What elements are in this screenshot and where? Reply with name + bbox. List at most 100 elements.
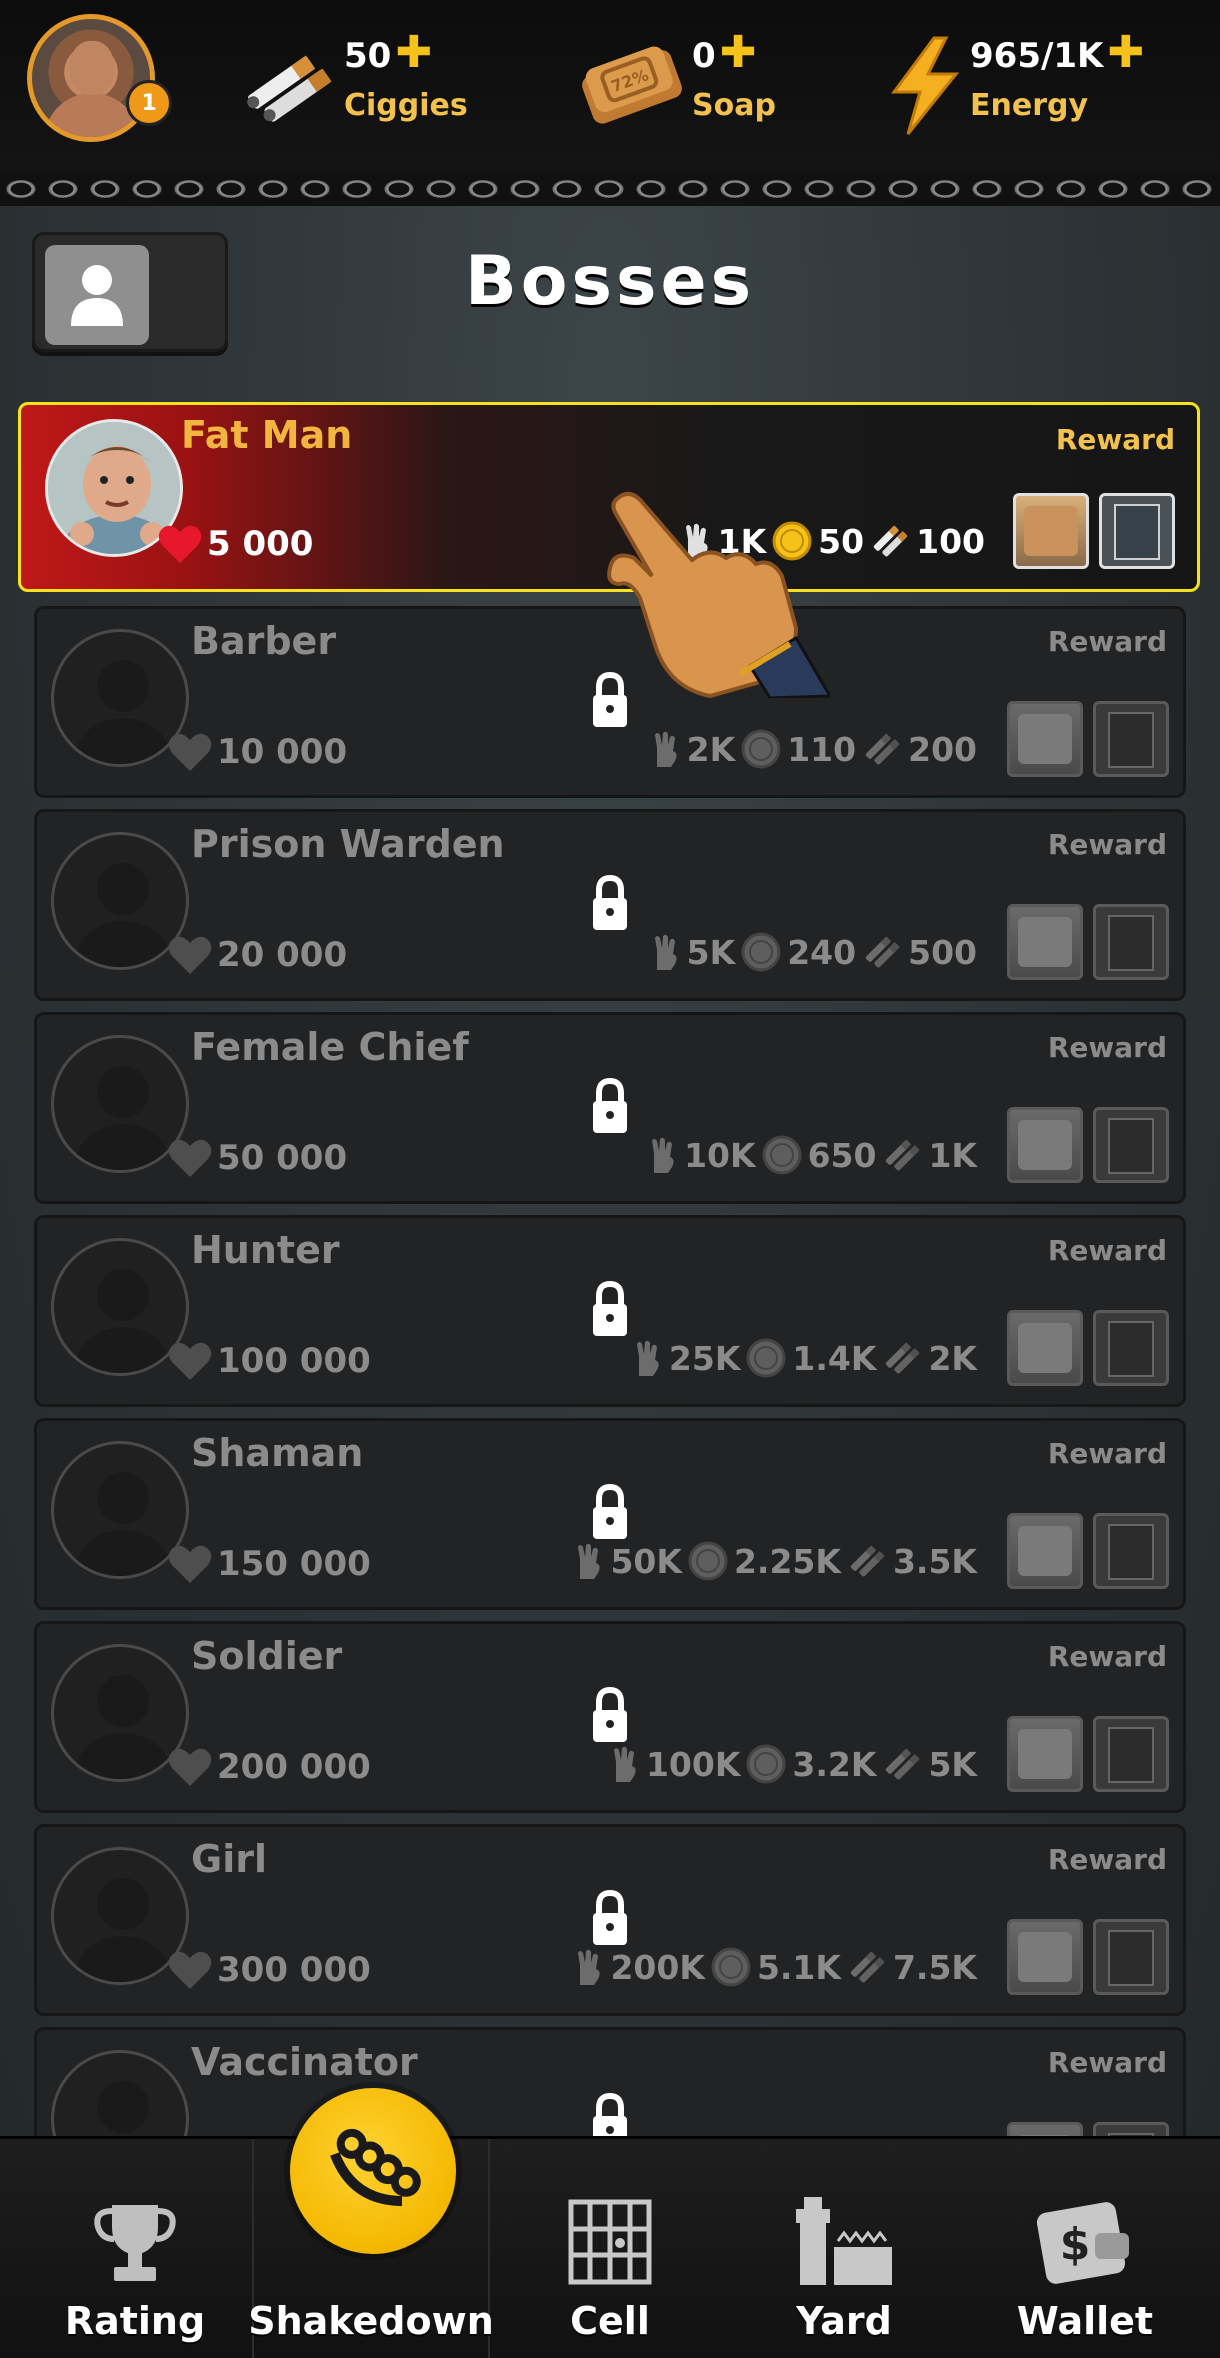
lock-icon bbox=[593, 874, 627, 930]
coin-icon bbox=[741, 932, 781, 972]
boss-health-value: 100 000 bbox=[217, 1341, 371, 1381]
boss-card[interactable]: Barber Reward 10 000 2K 110 200 bbox=[34, 606, 1186, 798]
add-ciggies-icon[interactable]: ✚ bbox=[395, 27, 432, 78]
reward-label: Reward bbox=[1047, 1234, 1167, 1267]
soap-value: 0 bbox=[692, 36, 716, 76]
reward-door-tile[interactable] bbox=[1093, 904, 1169, 980]
ciggies-reward: 2K bbox=[928, 1338, 977, 1378]
boss-card[interactable]: Shaman Reward 150 000 50K 2.25K 3.5K bbox=[34, 1418, 1186, 1610]
add-soap-icon[interactable]: ✚ bbox=[720, 27, 757, 78]
heart-icon bbox=[168, 1139, 212, 1177]
reward-items bbox=[1007, 1513, 1169, 1589]
ciggies-reward: 500 bbox=[908, 932, 977, 972]
nav-label: Wallet bbox=[1016, 2299, 1154, 2343]
nav-rating[interactable]: Rating bbox=[40, 2139, 230, 2358]
coin-reward: 5.1K bbox=[756, 1947, 841, 1987]
boss-costs: 100K 3.2K 5K bbox=[610, 1744, 977, 1784]
cigarettes-icon bbox=[886, 1342, 921, 1374]
boss-card[interactable]: Female Chief Reward 50 000 10K 650 1K bbox=[34, 1012, 1186, 1204]
reward-bed-tile[interactable] bbox=[1007, 904, 1083, 980]
reward-items bbox=[1007, 1107, 1169, 1183]
nav-cell[interactable]: Cell bbox=[520, 2139, 700, 2358]
ciggies-value: 50 bbox=[344, 36, 392, 76]
bosses-screen: Bosses Fat Man Reward 5 000 1K 50 100 Barber Re… bbox=[0, 206, 1220, 2136]
energy-value: 965/1K bbox=[970, 36, 1104, 76]
reward-bed-tile[interactable] bbox=[1013, 493, 1089, 569]
player-avatar[interactable] bbox=[27, 14, 155, 142]
reward-label: Reward bbox=[1047, 1437, 1167, 1470]
reward-bed-tile[interactable] bbox=[1007, 1919, 1083, 1995]
boss-name: Shaman bbox=[191, 1431, 364, 1475]
reward-door-tile[interactable] bbox=[1093, 2122, 1169, 2136]
reward-door-tile[interactable] bbox=[1099, 493, 1175, 569]
heart-icon bbox=[168, 1342, 212, 1380]
ciggies-reward: 200 bbox=[908, 729, 977, 769]
reward-door-tile[interactable] bbox=[1093, 1513, 1169, 1589]
reward-bed-tile[interactable] bbox=[1007, 1716, 1083, 1792]
shakedown-active-button[interactable] bbox=[290, 2088, 456, 2254]
reward-bed-tile[interactable] bbox=[1007, 1107, 1083, 1183]
boss-name: Hunter bbox=[191, 1228, 340, 1272]
boss-costs: 200K 5.1K 7.5K bbox=[574, 1947, 977, 1987]
fist-icon bbox=[578, 1949, 601, 1985]
coin-icon bbox=[711, 1947, 751, 1987]
boss-card[interactable]: Hunter Reward 100 000 25K 1.4K 2K bbox=[34, 1215, 1186, 1407]
boss-card[interactable]: Soldier Reward 200 000 100K 3.2K 5K bbox=[34, 1621, 1186, 1813]
fist-icon bbox=[652, 1137, 674, 1173]
coin-icon bbox=[741, 729, 781, 769]
fist-icon bbox=[636, 1340, 659, 1376]
reward-bed-tile[interactable] bbox=[1007, 1310, 1083, 1386]
boss-card[interactable]: Girl Reward 300 000 200K 5.1K 7.5K bbox=[34, 1824, 1186, 2016]
coin-reward: 240 bbox=[787, 932, 857, 972]
boss-card[interactable]: Prison Warden Reward 20 000 5K 240 500 bbox=[34, 809, 1186, 1001]
boss-costs: 1K 50 100 bbox=[682, 521, 985, 561]
add-energy-icon[interactable]: ✚ bbox=[1107, 27, 1144, 78]
boss-card[interactable]: Vaccinator Reward bbox=[34, 2027, 1186, 2136]
reward-door-tile[interactable] bbox=[1093, 1716, 1169, 1792]
boss-health-value: 300 000 bbox=[217, 1950, 371, 1990]
fist-icon bbox=[578, 1543, 601, 1579]
boss-health-value: 200 000 bbox=[217, 1747, 371, 1787]
resource-soap[interactable]: 72% 0✚ Soap bbox=[576, 31, 796, 132]
lock-icon bbox=[593, 671, 627, 727]
reward-door-tile[interactable] bbox=[1093, 1107, 1169, 1183]
reward-label: Reward bbox=[1047, 1031, 1167, 1064]
boss-name: Vaccinator bbox=[191, 2040, 418, 2084]
coin-reward: 3.2K bbox=[792, 1744, 877, 1784]
reward-bed-tile[interactable] bbox=[1007, 1513, 1083, 1589]
top-bar: 1 50✚ Ciggies 72% 0✚ Soap 965/1K✚ Energy bbox=[0, 0, 1220, 172]
coin-icon bbox=[746, 1338, 786, 1378]
boss-costs: 2K 110 200 bbox=[651, 729, 977, 769]
boss-health: 200 000 bbox=[167, 1746, 371, 1788]
boss-health: 100 000 bbox=[167, 1340, 371, 1382]
lightning-icon bbox=[891, 36, 960, 135]
nav-yard[interactable]: Yard bbox=[754, 2139, 934, 2358]
ciggies-reward: 1K bbox=[928, 1135, 977, 1175]
reward-items bbox=[1007, 701, 1169, 777]
reward-bed-tile[interactable] bbox=[1007, 2122, 1083, 2136]
trophy-icon bbox=[94, 2205, 176, 2281]
coin-reward: 1.4K bbox=[792, 1338, 877, 1378]
cell-bars-icon bbox=[568, 2199, 652, 2285]
boss-costs: 50K 2.25K 3.5K bbox=[574, 1541, 977, 1581]
ciggies-reward: 100 bbox=[916, 521, 985, 561]
ciggies-label: Ciggies bbox=[344, 88, 468, 123]
lock-icon bbox=[593, 1483, 627, 1539]
boss-card[interactable]: Fat Man Reward 5 000 1K 50 100 bbox=[18, 402, 1200, 592]
reward-door-tile[interactable] bbox=[1093, 1919, 1169, 1995]
nav-wallet[interactable]: $ Wallet bbox=[990, 2139, 1180, 2358]
reward-bed-tile[interactable] bbox=[1007, 701, 1083, 777]
reward-door-tile[interactable] bbox=[1093, 701, 1169, 777]
svg-text:$: $ bbox=[1060, 2219, 1091, 2270]
lock-icon bbox=[593, 1280, 627, 1336]
resource-energy[interactable]: 965/1K✚ Energy bbox=[884, 31, 1214, 135]
boss-portrait-silhouette bbox=[51, 2050, 189, 2136]
bottom-nav: Rating Shakedown Cell Yard $ Wallet bbox=[0, 2136, 1220, 2358]
page-title: Bosses bbox=[464, 242, 756, 321]
soap-label: Soap bbox=[692, 88, 776, 123]
reward-door-tile[interactable] bbox=[1093, 1310, 1169, 1386]
cigarettes-icon bbox=[873, 525, 908, 557]
boss-name: Soldier bbox=[191, 1634, 343, 1678]
resource-ciggies[interactable]: 50✚ Ciggies bbox=[240, 31, 470, 132]
reward-items bbox=[1007, 1310, 1169, 1386]
